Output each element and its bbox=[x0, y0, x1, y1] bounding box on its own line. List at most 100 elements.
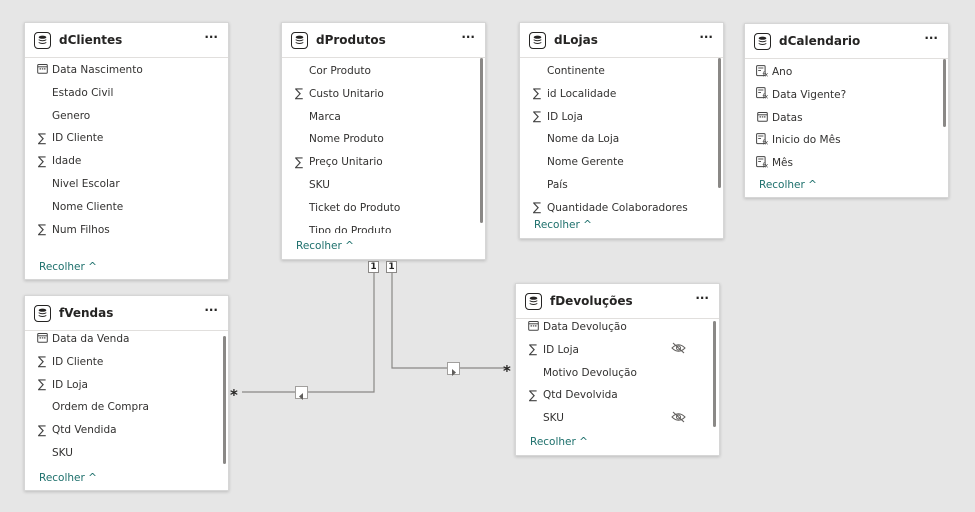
calculated-column-icon: fx bbox=[756, 64, 769, 80]
database-icon bbox=[525, 292, 542, 310]
table-header[interactable]: fVendas ··· bbox=[25, 296, 228, 331]
field-row[interactable]: Ordem de Compra bbox=[25, 396, 210, 418]
field-row[interactable]: ∑ ID Cliente bbox=[25, 127, 210, 149]
collapse-link[interactable]: Recolher ^ bbox=[39, 261, 97, 273]
field-row[interactable]: Tipo do Produto bbox=[282, 220, 467, 233]
scrollbar[interactable] bbox=[718, 58, 721, 188]
field-row[interactable]: Data Devolução bbox=[516, 316, 701, 338]
table-header[interactable]: fDevoluções ··· bbox=[516, 284, 719, 319]
scrollbar[interactable] bbox=[943, 59, 946, 127]
collapse-link[interactable]: Recolher ^ bbox=[759, 179, 817, 191]
field-row[interactable]: País bbox=[520, 174, 705, 196]
svg-text:fx: fx bbox=[763, 71, 769, 76]
table-header[interactable]: dClientes ··· bbox=[25, 23, 228, 58]
field-row[interactable]: ∑ ID Loja bbox=[520, 106, 705, 128]
hidden-eye-icon[interactable] bbox=[671, 342, 686, 357]
field-row[interactable]: ∑ Idade bbox=[25, 150, 210, 172]
table-card-dlojas[interactable]: dLojas ··· Continente ∑ id Localidade ∑ ID L… bbox=[519, 22, 724, 239]
field-row[interactable]: Nome da Loja bbox=[520, 128, 705, 150]
field-label: Num Filhos bbox=[52, 223, 110, 236]
sum-icon: ∑ bbox=[528, 387, 538, 402]
more-options-icon[interactable]: ··· bbox=[924, 32, 938, 44]
collapse-link[interactable]: Recolher ^ bbox=[296, 240, 354, 252]
calculated-column-icon: fx bbox=[756, 155, 769, 171]
field-row[interactable]: fx Ano bbox=[745, 61, 930, 83]
field-row[interactable]: ∑ ID Loja bbox=[516, 339, 701, 361]
table-title: dCalendario bbox=[779, 34, 861, 48]
field-row[interactable]: Ticket do Produto bbox=[282, 197, 467, 219]
relationship-line-produtos-devolucoes bbox=[391, 272, 508, 369]
field-label: Qtd Devolvida bbox=[543, 389, 618, 402]
table-card-fvendas[interactable]: fVendas ··· Data da Venda ∑ ID Cliente ∑ ID … bbox=[24, 295, 229, 491]
field-label: SKU bbox=[543, 412, 564, 425]
scrollbar[interactable] bbox=[480, 58, 483, 223]
more-options-icon[interactable]: ··· bbox=[699, 31, 713, 43]
filter-direction-right-icon[interactable] bbox=[447, 362, 460, 376]
more-options-icon[interactable]: ··· bbox=[204, 304, 218, 316]
collapse-link[interactable]: Recolher ^ bbox=[39, 472, 97, 484]
field-row[interactable]: ∑ Qtd Devolvida bbox=[516, 384, 701, 406]
field-label: ID Loja bbox=[547, 110, 583, 123]
field-row[interactable]: fx Mês bbox=[745, 152, 930, 174]
hidden-eye-icon[interactable] bbox=[671, 411, 686, 426]
more-options-icon[interactable]: ··· bbox=[695, 292, 709, 304]
svg-text:fx: fx bbox=[763, 139, 769, 144]
field-label: SKU bbox=[309, 179, 330, 191]
table-card-fdevolucoes[interactable]: fDevoluções ··· Data Devolução ∑ ID Loja Mo… bbox=[515, 283, 720, 456]
scrollbar[interactable] bbox=[713, 321, 716, 427]
relationship-one-marker: 1 bbox=[368, 261, 379, 273]
field-row[interactable]: Data Nascimento bbox=[25, 59, 210, 81]
field-label: Genero bbox=[52, 109, 91, 122]
table-header[interactable]: dLojas ··· bbox=[520, 23, 723, 58]
relationship-many-marker: * bbox=[230, 386, 238, 404]
field-row[interactable]: Nome Produto bbox=[282, 128, 467, 150]
field-label: Data Nascimento bbox=[52, 64, 143, 76]
field-row[interactable]: ∑ Num Filhos bbox=[25, 219, 210, 241]
table-card-dcalendario[interactable]: dCalendario ··· fx Ano fx Data Vigente? Data… bbox=[744, 23, 949, 198]
field-row[interactable]: Motivo Devolução bbox=[516, 362, 701, 384]
field-label: Ordem de Compra bbox=[52, 401, 149, 414]
field-row[interactable]: fx Data Vigente? bbox=[745, 84, 930, 106]
field-row[interactable]: SKU bbox=[25, 442, 210, 464]
field-label: ID Cliente bbox=[52, 132, 104, 145]
field-row[interactable]: Nome Gerente bbox=[520, 151, 705, 173]
field-label: Custo Unitario bbox=[309, 87, 384, 100]
field-row[interactable]: SKU bbox=[282, 174, 467, 196]
field-row[interactable]: ∑ ID Cliente bbox=[25, 351, 210, 373]
table-header[interactable]: dCalendario ··· bbox=[745, 24, 948, 59]
table-title: fDevoluções bbox=[550, 294, 633, 308]
collapse-link[interactable]: Recolher ^ bbox=[534, 219, 592, 231]
field-row[interactable]: fx Inicio do Mês bbox=[745, 129, 930, 151]
field-row[interactable]: ∑ id Localidade bbox=[520, 83, 705, 105]
field-row[interactable]: Datas bbox=[745, 107, 930, 129]
field-row[interactable]: ∑ Qtd Vendida bbox=[25, 419, 210, 441]
field-label: Cor Produto bbox=[309, 65, 371, 77]
field-row[interactable]: ∑ Custo Unitario bbox=[282, 83, 467, 105]
field-row[interactable]: Nivel Escolar bbox=[25, 173, 210, 195]
field-row[interactable]: Continente bbox=[520, 60, 705, 82]
field-row[interactable]: Nome Cliente bbox=[25, 196, 210, 218]
field-row[interactable]: SKU bbox=[516, 407, 701, 429]
field-label: id Localidade bbox=[547, 87, 617, 100]
filter-direction-left-icon[interactable] bbox=[295, 386, 308, 400]
table-card-dclientes[interactable]: dClientes ··· Data Nascimento Estado Civi… bbox=[24, 22, 229, 280]
field-label: Estado Civil bbox=[52, 86, 114, 99]
collapse-link[interactable]: Recolher ^ bbox=[530, 436, 588, 448]
field-row[interactable]: Marca bbox=[282, 106, 467, 128]
table-card-dprodutos[interactable]: dProdutos ··· Cor Produto ∑ Custo Unitario… bbox=[281, 22, 486, 260]
field-label: ID Loja bbox=[543, 343, 579, 356]
field-row[interactable]: Data da Venda bbox=[25, 328, 210, 350]
field-row[interactable]: ∑ Quantidade Colaboradores bbox=[520, 197, 705, 219]
field-row[interactable]: Cor Produto bbox=[282, 60, 467, 82]
field-row[interactable]: Estado Civil bbox=[25, 82, 210, 104]
more-options-icon[interactable]: ··· bbox=[204, 31, 218, 43]
field-row[interactable]: ∑ ID Loja bbox=[25, 374, 210, 396]
field-label: Data da Venda bbox=[52, 333, 130, 345]
database-icon bbox=[34, 304, 51, 322]
field-row[interactable]: Genero bbox=[25, 105, 210, 127]
field-list: Cor Produto ∑ Custo Unitario Marca Nome Prod… bbox=[282, 23, 485, 233]
field-label: Continente bbox=[547, 65, 605, 77]
scrollbar[interactable] bbox=[223, 336, 226, 464]
svg-text:fx: fx bbox=[763, 162, 769, 167]
field-row[interactable]: ∑ Preço Unitario bbox=[282, 151, 467, 173]
